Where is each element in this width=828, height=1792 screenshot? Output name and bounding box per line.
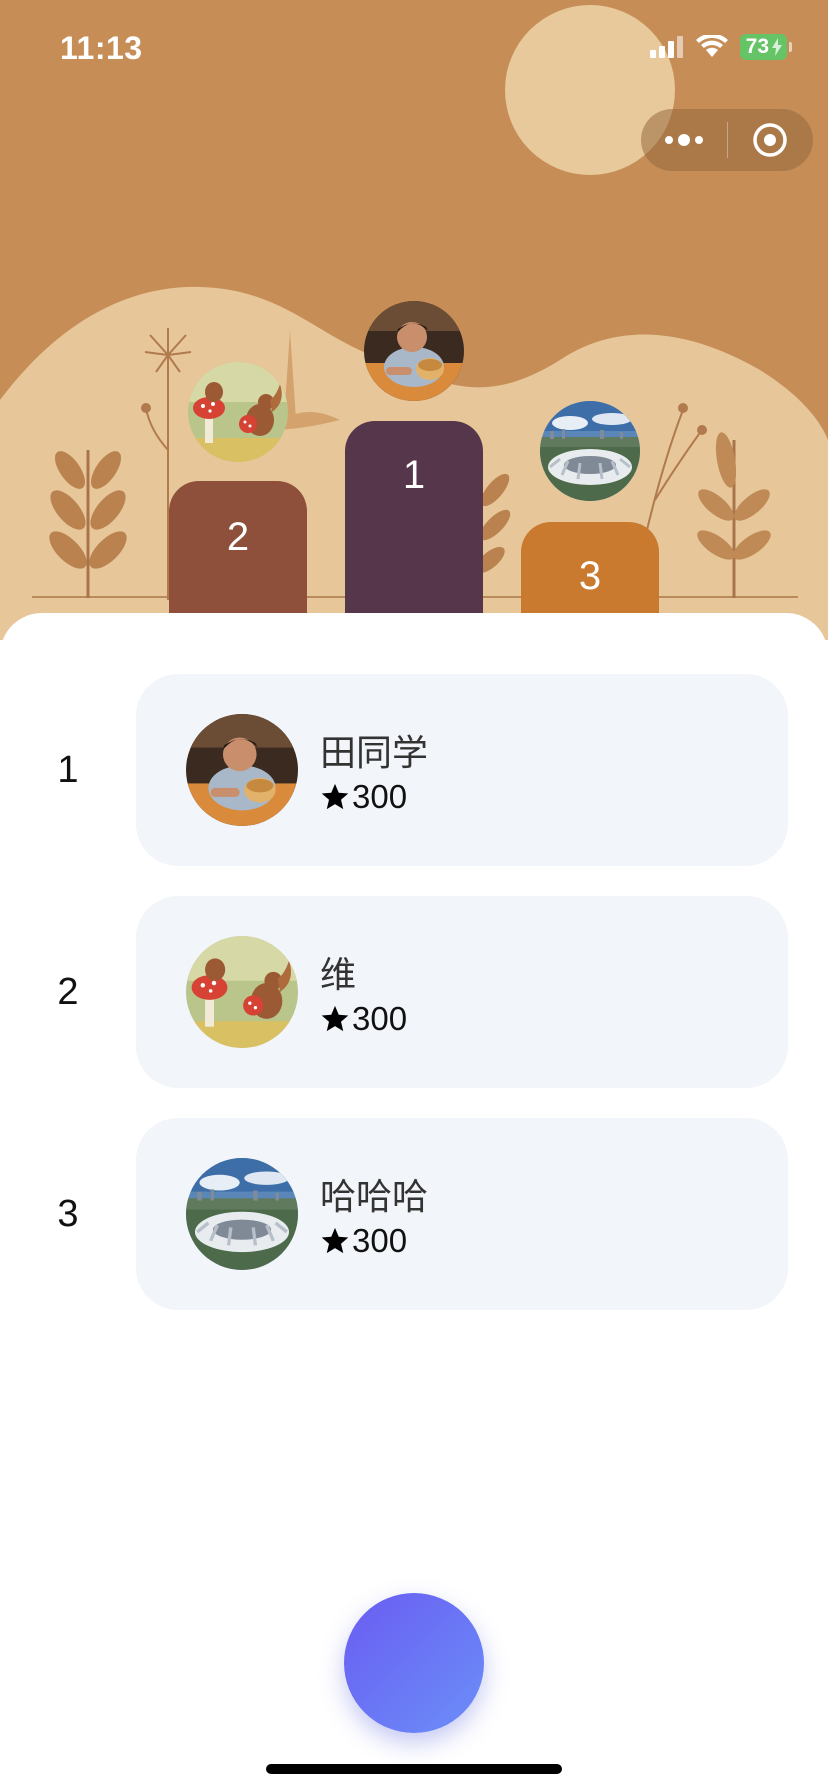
cellular-signal-icon (649, 36, 683, 58)
avatar[interactable] (186, 714, 298, 826)
battery-icon: 73 (739, 34, 792, 60)
podium-avatar-first[interactable] (364, 301, 464, 401)
user-name: 维 (320, 954, 357, 995)
mini-program-capsule (641, 109, 813, 171)
avatar-image (186, 714, 298, 826)
star-icon (321, 783, 349, 810)
charging-bolt-icon (772, 38, 782, 56)
leaderboard-row: 2 维 300 (0, 896, 828, 1088)
score-value: 300 (352, 1000, 408, 1037)
podium-avatar-image (364, 301, 464, 401)
podium-rank: 1 (402, 453, 426, 497)
row-rank: 2 (57, 971, 79, 1013)
score-value: 300 (352, 778, 408, 815)
score-value: 300 (352, 1222, 408, 1259)
home-indicator (266, 1764, 562, 1774)
podium-avatar-image (188, 362, 288, 462)
podium-avatar-second[interactable] (188, 362, 288, 462)
row-rank: 3 (57, 1193, 79, 1235)
podium-rank: 3 (578, 554, 602, 598)
hero-header: 11:13 73 2 1 3 (0, 0, 828, 640)
podium-rank: 2 (226, 515, 250, 559)
floating-action-button[interactable] (344, 1593, 484, 1733)
close-button[interactable] (728, 109, 814, 171)
leaderboard-row: 3 哈哈哈 300 (0, 1118, 828, 1310)
record-circle-icon (753, 123, 787, 157)
podium-avatar-third[interactable] (540, 401, 640, 501)
more-button[interactable] (641, 109, 727, 171)
star-icon (321, 1227, 349, 1254)
leaderboard-row: 1 田同学 300 (0, 674, 828, 866)
status-icons: 73 (649, 34, 792, 60)
user-score: 300 (320, 1000, 407, 1038)
star-icon (321, 1005, 349, 1032)
leaderboard-card[interactable]: 哈哈哈 300 (136, 1118, 788, 1310)
battery-level: 73 (745, 35, 769, 58)
leaderboard-card[interactable]: 田同学 300 (136, 674, 788, 866)
avatar-image (186, 1158, 298, 1270)
avatar-image (186, 936, 298, 1048)
podium-first: 1 (345, 421, 483, 640)
more-dots-icon (664, 134, 703, 146)
leaderboard-card[interactable]: 维 300 (136, 896, 788, 1088)
user-name: 田同学 (320, 732, 429, 773)
status-time: 11:13 (60, 30, 143, 66)
row-rank: 1 (57, 749, 79, 791)
user-score: 300 (320, 1222, 407, 1260)
wifi-icon (695, 35, 728, 57)
user-score: 300 (320, 778, 407, 816)
podium-avatar-image (540, 401, 640, 501)
avatar[interactable] (186, 1158, 298, 1270)
user-name: 哈哈哈 (320, 1176, 429, 1217)
avatar[interactable] (186, 936, 298, 1048)
